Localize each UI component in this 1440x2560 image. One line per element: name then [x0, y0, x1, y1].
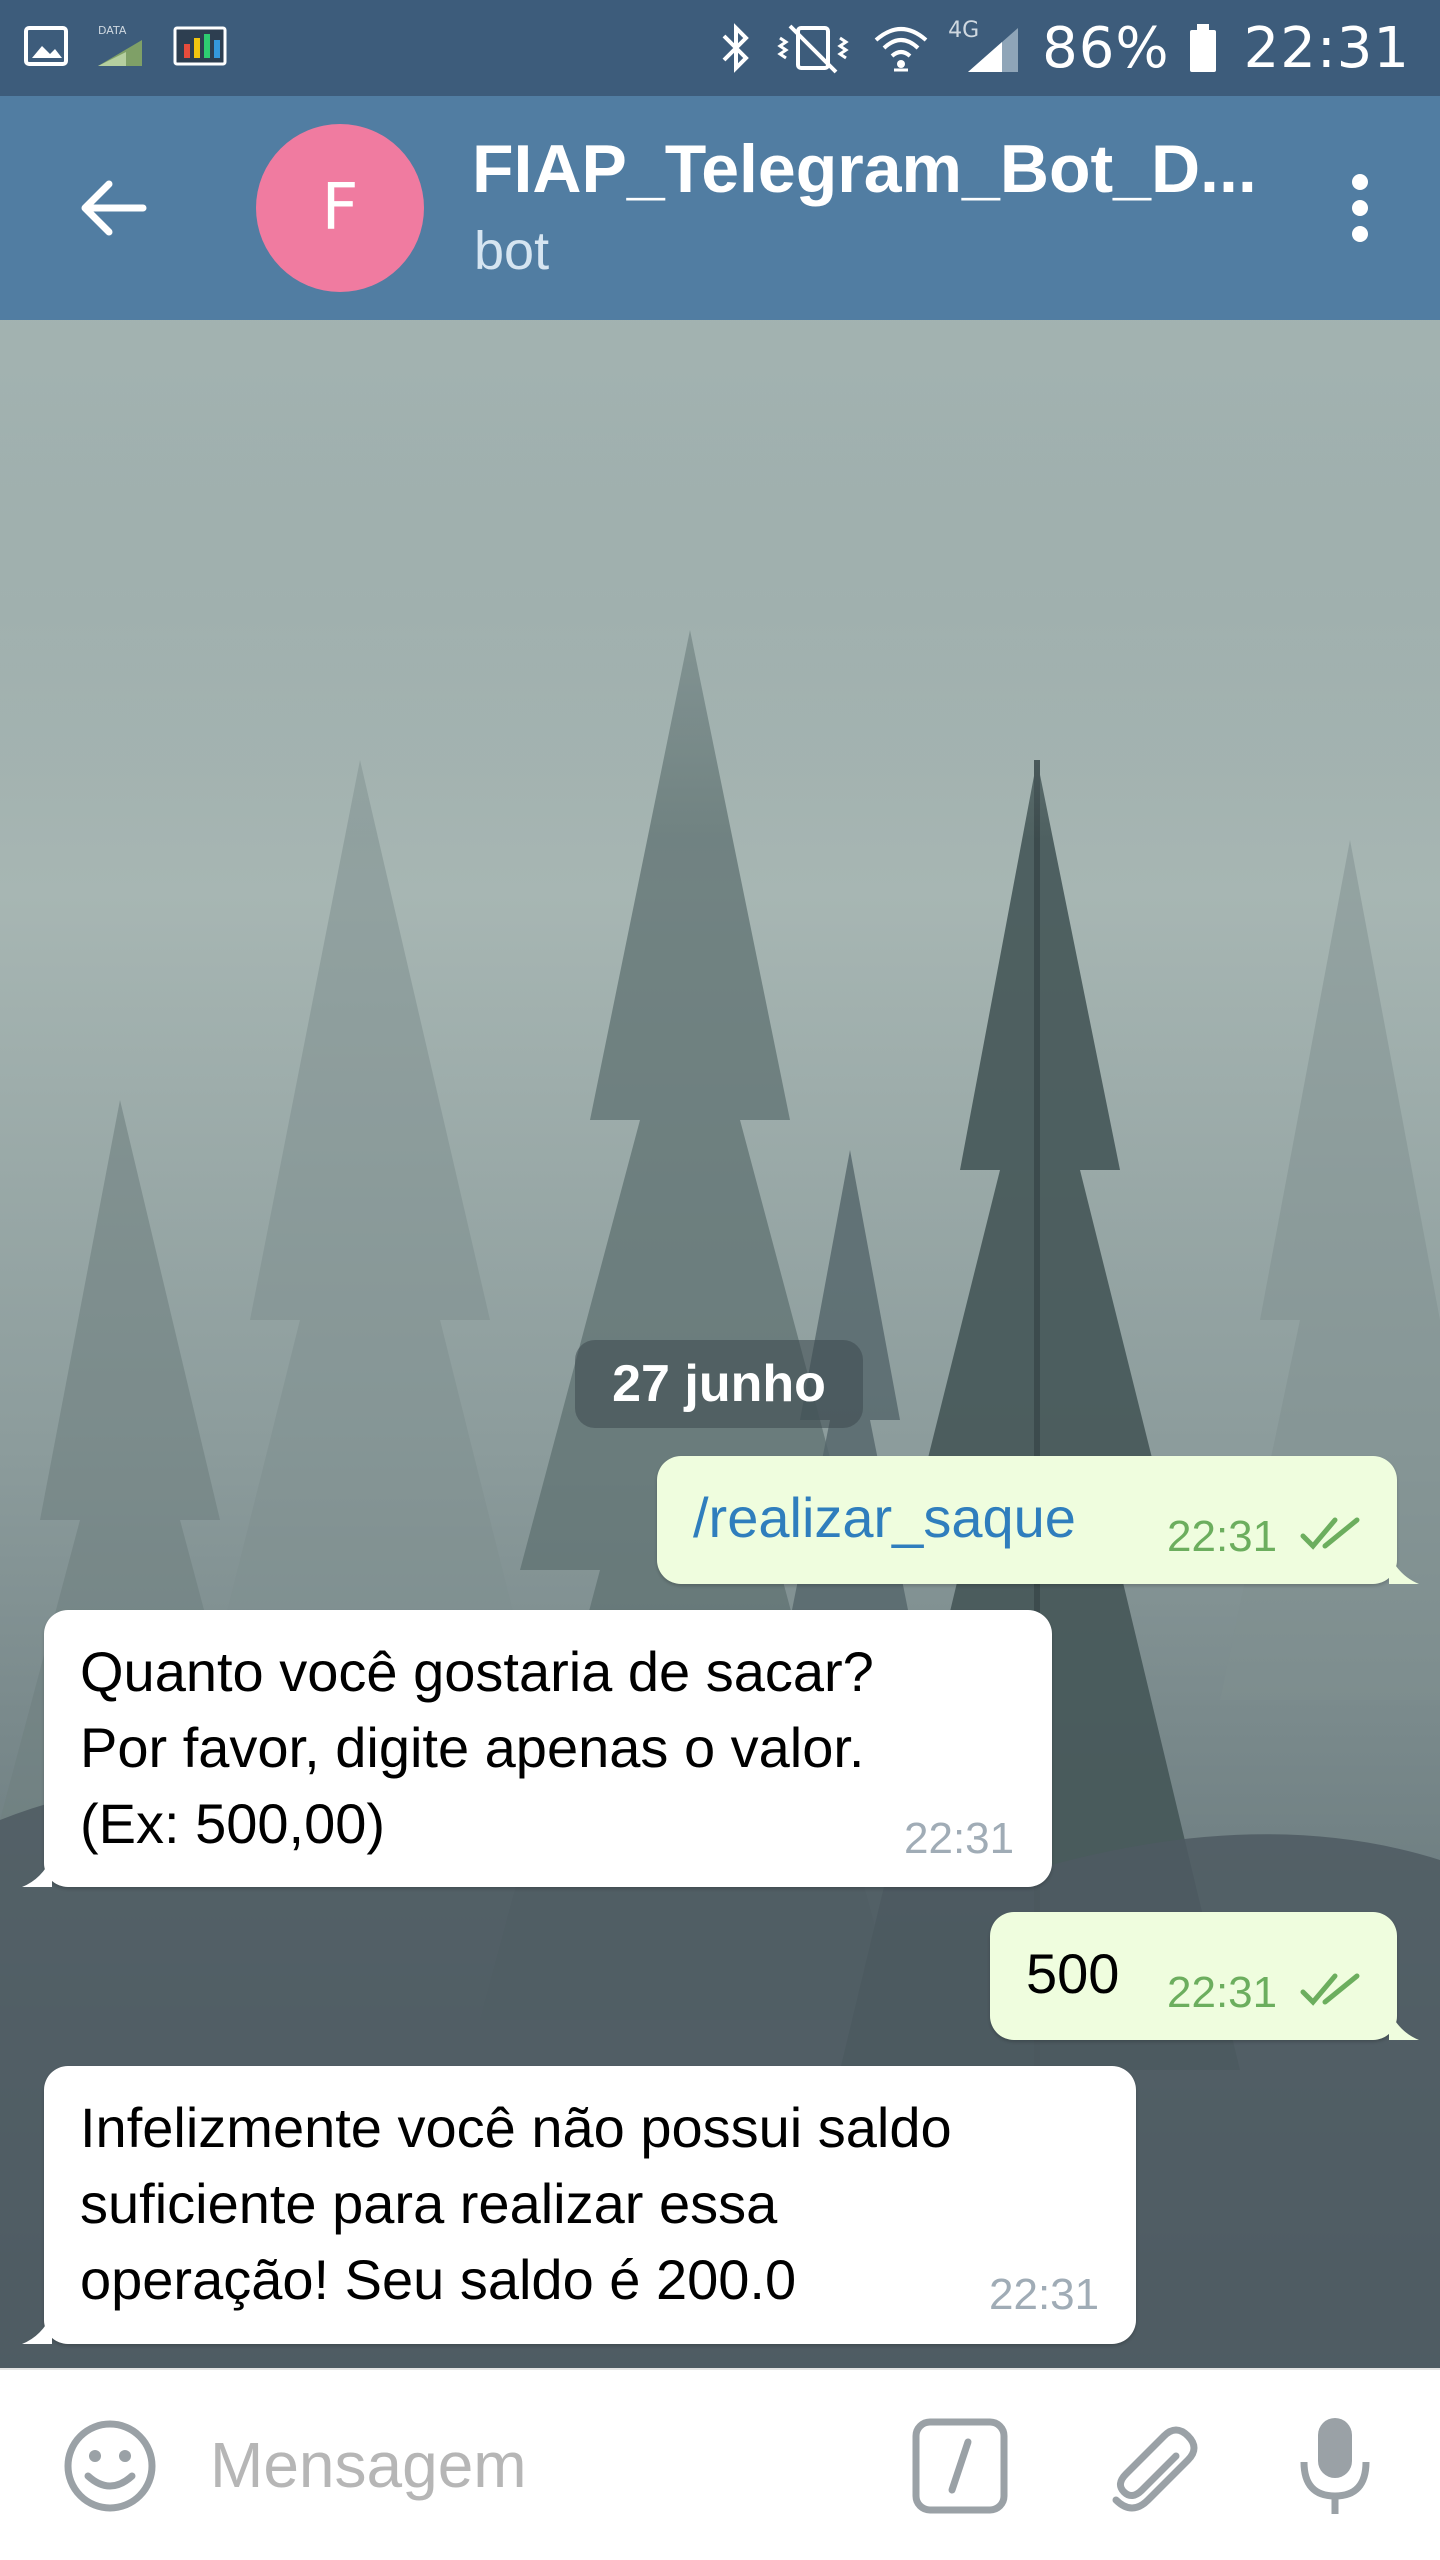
message-text: Infelizmente você não possui saldo sufic… — [80, 2096, 952, 2311]
message-bubble-outgoing[interactable]: 500 22:31 — [990, 1912, 1419, 2040]
message-text: 500 — [1026, 1942, 1120, 2005]
message-time: 22:31 — [904, 1814, 1015, 1863]
message-text: Quanto você gostaria de sacar? Por favor… — [80, 1640, 874, 1855]
arrow-left-icon — [81, 180, 147, 236]
notification-icons: DATA — [22, 22, 228, 70]
wifi-icon — [874, 27, 928, 72]
bluetooth-icon — [722, 23, 749, 73]
microphone-icon — [1300, 2418, 1370, 2514]
double-check-icon — [1300, 1517, 1360, 1550]
bubble-tail — [22, 2314, 52, 2344]
battery-icon — [1189, 24, 1216, 72]
more-options-button[interactable] — [1320, 158, 1400, 258]
clock: 22:31 — [1243, 15, 1410, 81]
message-bubble-outgoing[interactable]: /realizar_saque 22:31 — [657, 1456, 1419, 1584]
emoji-button[interactable] — [60, 2416, 160, 2516]
message-time: 22:31 — [1167, 1968, 1278, 2017]
bot-commands-button[interactable] — [910, 2416, 1010, 2516]
double-check-icon — [1300, 1973, 1360, 2006]
message-time: 22:31 — [1167, 1512, 1278, 1561]
battery-percent: 86% — [1042, 15, 1170, 81]
data-label: DATA — [98, 24, 127, 37]
status-bar: DATA 4G 86% 22:31 — [0, 0, 1440, 96]
message-bubble-incoming[interactable]: Quanto você gostaria de sacar? Por favor… — [22, 1610, 1052, 1887]
chat-title[interactable]: FIAP_Telegram_Bot_D... — [472, 130, 1257, 208]
data-icon: DATA — [98, 24, 142, 66]
voice-record-button[interactable] — [1290, 2410, 1380, 2520]
attach-button[interactable] — [1100, 2410, 1210, 2520]
bot-avatar[interactable]: F — [256, 124, 424, 292]
message-bubble-incoming[interactable]: Infelizmente você não possui saldo sufic… — [22, 2066, 1136, 2344]
cell-signal: 4G — [948, 18, 1024, 76]
paperclip-icon — [1112, 2426, 1198, 2512]
more-vertical-icon — [1352, 174, 1368, 242]
slash-command-icon — [912, 2418, 1008, 2514]
chat-subtitle: bot — [474, 221, 550, 281]
vibrate-icon — [777, 24, 849, 74]
bubble-tail — [1389, 1554, 1419, 1584]
message-composer — [0, 2368, 1440, 2560]
date-separator: 27 junho — [575, 1340, 863, 1428]
gallery-icon — [24, 26, 68, 66]
monitor-icon — [173, 26, 227, 66]
message-input[interactable] — [210, 2410, 860, 2520]
bot-command-link[interactable]: /realizar_saque — [693, 1480, 1076, 1556]
chat-header: F FIAP_Telegram_Bot_D... bot — [0, 96, 1440, 320]
message-time: 22:31 — [989, 2270, 1100, 2319]
signal-icon — [968, 28, 1019, 72]
system-indicators: 4G 86% 22:31 — [716, 0, 1410, 96]
smiley-icon — [64, 2420, 156, 2512]
back-button[interactable] — [58, 158, 168, 258]
bubble-tail — [22, 1857, 52, 1887]
bubble-tail — [1389, 2010, 1419, 2040]
